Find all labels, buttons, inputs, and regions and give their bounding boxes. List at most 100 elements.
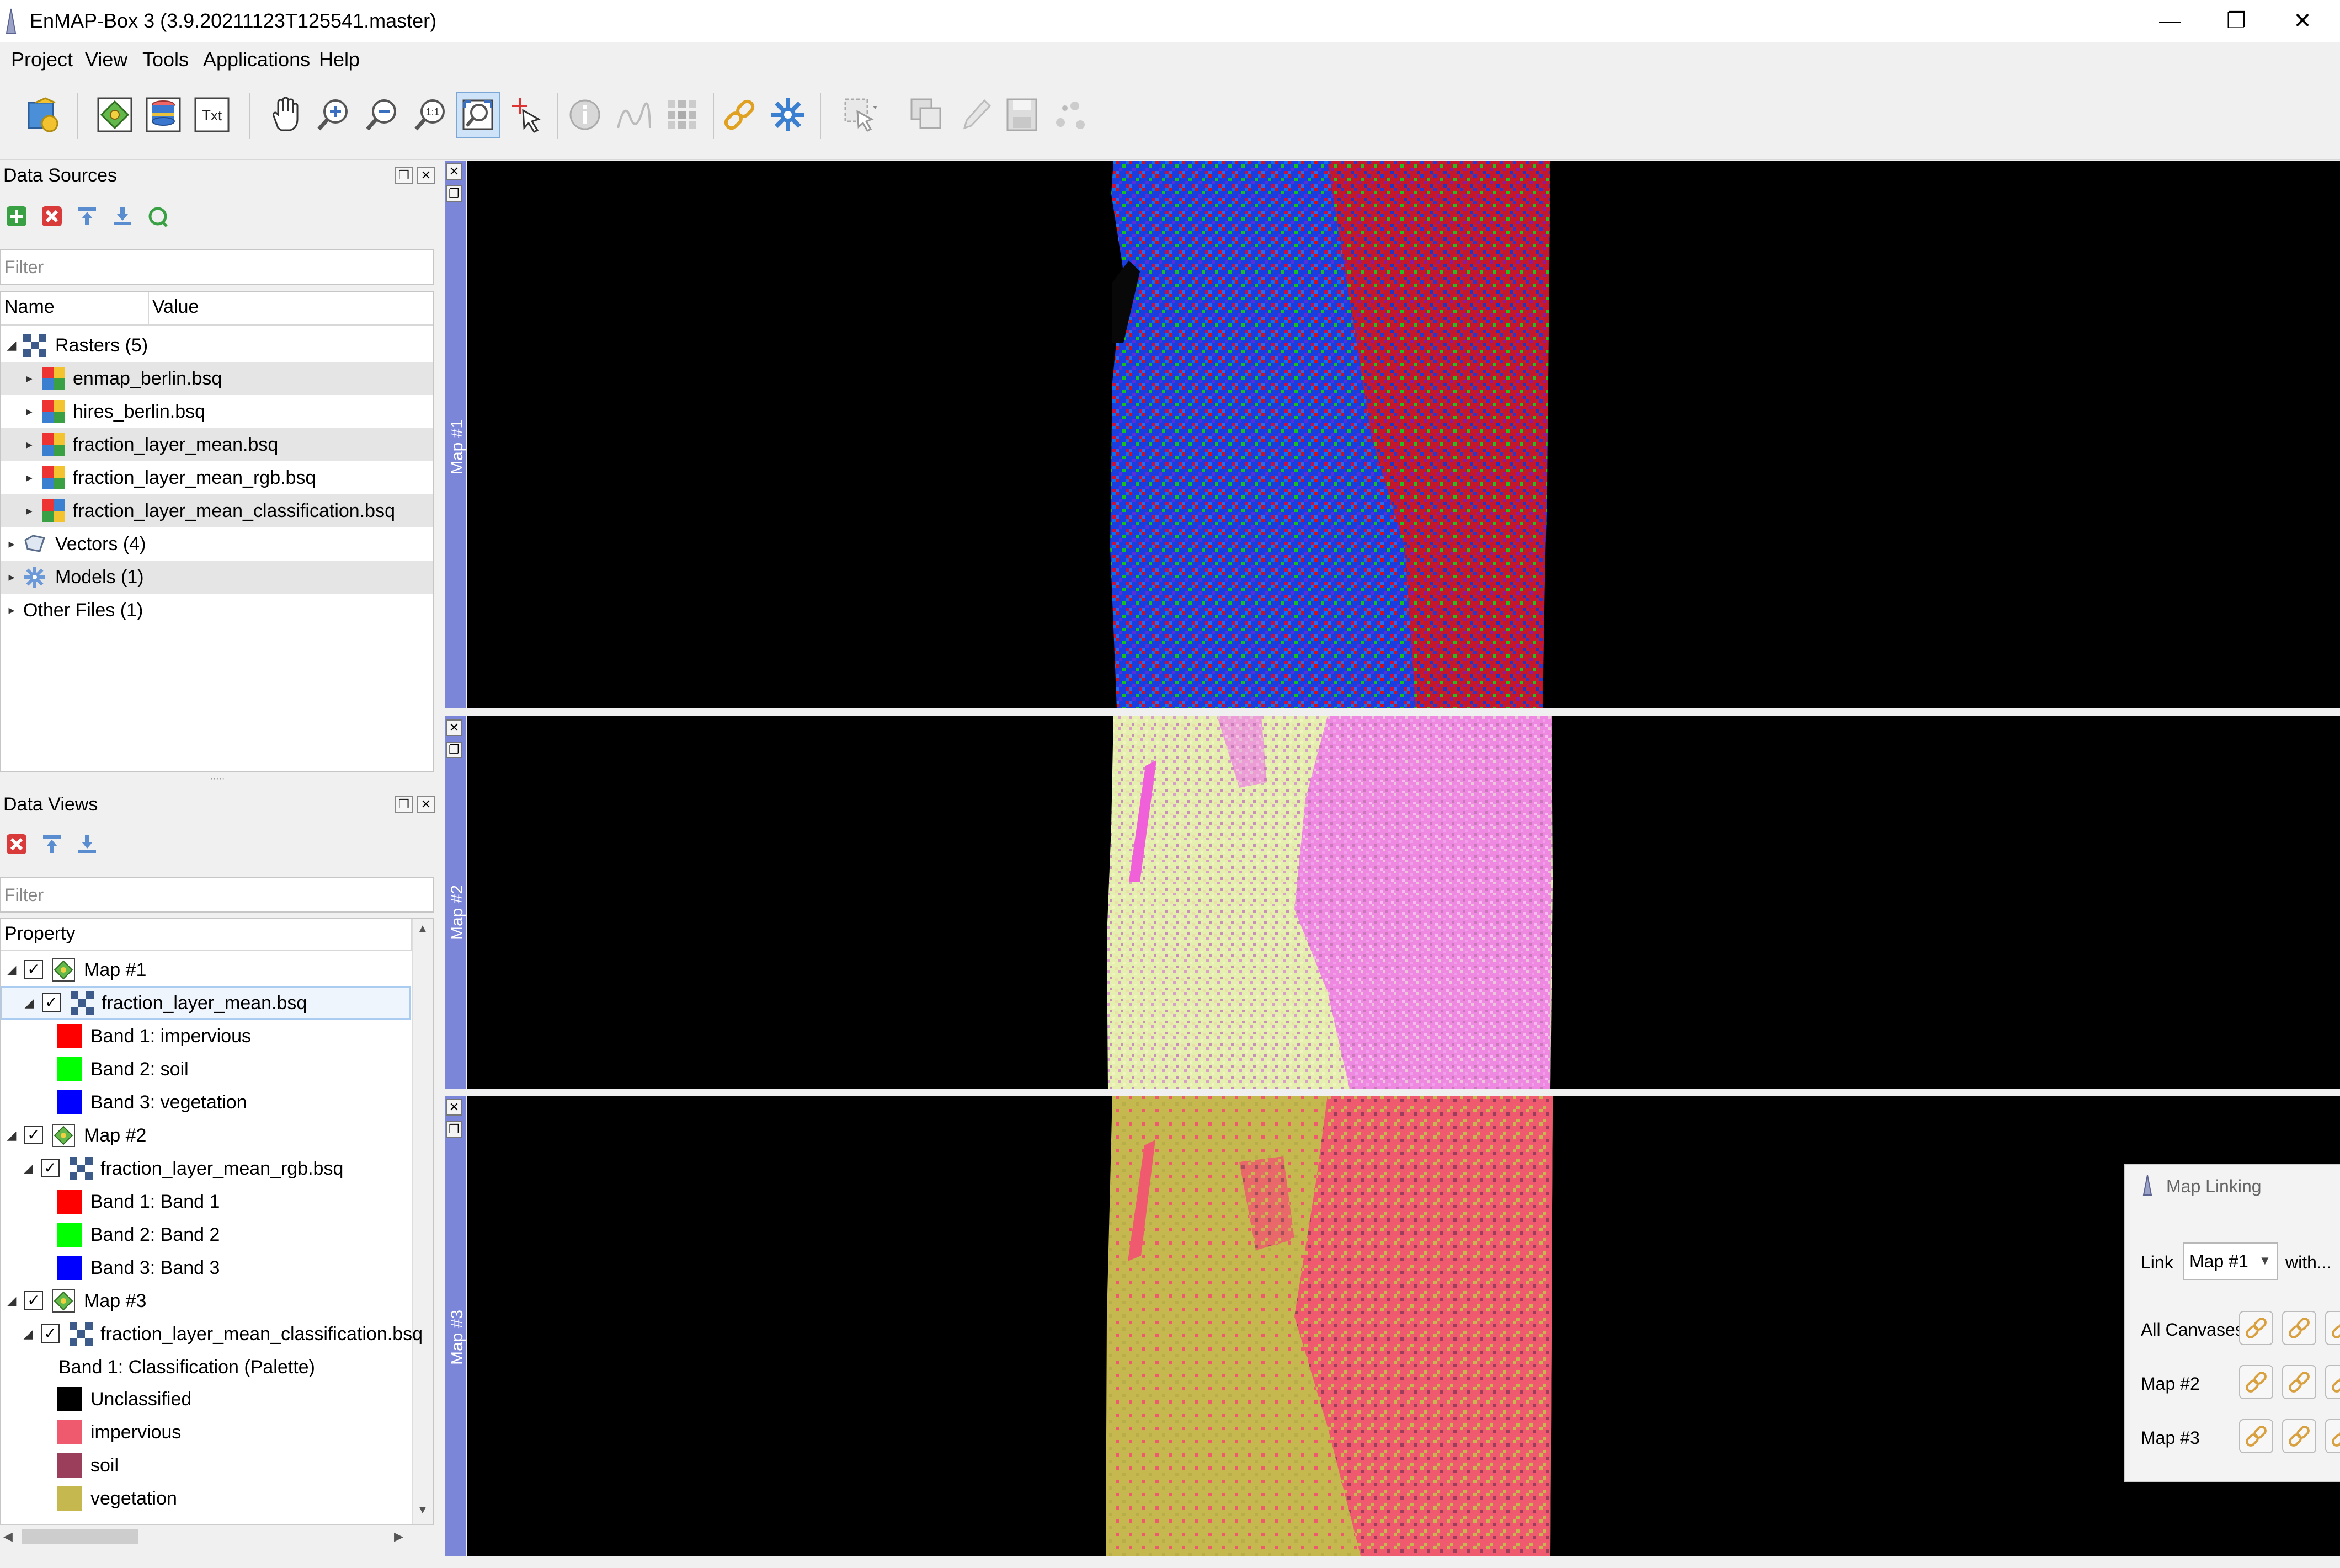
tree-row-map[interactable]: ◢ ✓ Map #2 — [1, 1119, 411, 1152]
link-center-button[interactable] — [2239, 1311, 2273, 1345]
select-features-icon[interactable] — [839, 92, 883, 138]
add-spectral-library-icon[interactable] — [141, 92, 185, 138]
class-row[interactable]: soil — [1, 1449, 411, 1482]
expand-arrow-icon[interactable]: ▸ — [21, 395, 38, 428]
collapse-all-icon[interactable] — [41, 833, 63, 855]
scrollbar-thumb[interactable] — [22, 1529, 138, 1544]
expand-arrow-icon[interactable]: ▸ — [21, 428, 38, 461]
spectral-profile-icon[interactable] — [611, 92, 655, 138]
remove-view-icon[interactable] — [6, 833, 28, 855]
expand-arrow-icon[interactable]: ◢ — [3, 953, 20, 986]
close-map-icon[interactable]: ✕ — [446, 163, 462, 180]
expand-arrow-icon[interactable]: ◢ — [20, 1318, 36, 1351]
close-map-icon[interactable]: ✕ — [446, 1099, 462, 1116]
close-panel-button[interactable]: ✕ — [417, 796, 435, 813]
select-cursor-location-icon[interactable] — [504, 92, 548, 138]
minimize-button[interactable]: — — [2137, 0, 2203, 42]
refresh-icon[interactable] — [147, 205, 169, 227]
float-map-icon[interactable]: ❐ — [446, 185, 462, 202]
expand-all-icon[interactable] — [111, 205, 134, 227]
map-3-canvas[interactable] — [467, 1096, 2340, 1556]
expand-arrow-icon[interactable]: ◢ — [21, 986, 38, 1020]
restore-button[interactable]: ❐ — [2203, 0, 2269, 42]
tree-row-raster-file[interactable]: ▸ fraction_layer_mean.bsq — [1, 428, 433, 461]
zoom-out-icon[interactable] — [360, 92, 404, 138]
link-center-scale-button[interactable] — [2325, 1419, 2340, 1453]
float-map-icon[interactable]: ❐ — [446, 742, 462, 758]
expand-arrow-icon[interactable]: ▸ — [3, 594, 20, 627]
scroll-right-icon[interactable]: ▶ — [394, 1529, 403, 1544]
tree-row-raster-file[interactable]: ▸ fraction_layer_mean_classification.bsq — [1, 494, 433, 527]
zoom-native-icon[interactable]: 1:1 — [408, 92, 452, 138]
pixel-grid-icon[interactable] — [660, 92, 704, 138]
visibility-checkbox[interactable]: ✓ — [24, 1126, 43, 1144]
close-window-button[interactable]: ✕ — [2269, 0, 2336, 42]
band-row[interactable]: Band 2: soil — [1, 1053, 411, 1086]
band-row[interactable]: Band 3: vegetation — [1, 1086, 411, 1119]
data-views-filter-input[interactable]: Filter — [0, 877, 434, 913]
zoom-in-icon[interactable] — [311, 92, 355, 138]
zoom-full-extent-icon[interactable] — [456, 92, 500, 138]
tree-row-layer[interactable]: ◢ ✓ fraction_layer_mean_rgb.bsq — [1, 1152, 411, 1185]
visibility-checkbox[interactable]: ✓ — [41, 1159, 60, 1177]
expand-arrow-icon[interactable]: ◢ — [3, 1284, 20, 1318]
data-sources-filter-input[interactable]: Filter — [0, 249, 434, 285]
band-row[interactable]: Band 1: Band 1 — [1, 1185, 411, 1218]
map-2-canvas[interactable] — [467, 716, 2340, 1089]
band-row[interactable]: Band 1: impervious — [1, 1020, 411, 1053]
expand-all-icon[interactable] — [76, 833, 98, 855]
scroll-down-icon[interactable]: ▼ — [417, 1504, 428, 1517]
tree-row-layer[interactable]: ◢ ✓ fraction_layer_mean_classification.b… — [1, 1318, 423, 1351]
tree-row-map[interactable]: ◢ ✓ Map #1 — [1, 953, 411, 986]
pan-icon[interactable] — [263, 92, 307, 138]
tree-row-vectors[interactable]: ▸ Vectors (4) — [1, 527, 433, 561]
link-center-button[interactable] — [2239, 1365, 2273, 1399]
tree-row-models[interactable]: ▸ Models (1) — [1, 561, 433, 594]
expand-arrow-icon[interactable]: ◢ — [3, 329, 20, 362]
visibility-checkbox[interactable]: ✓ — [42, 993, 61, 1012]
expand-arrow-icon[interactable]: ▸ — [21, 494, 38, 527]
class-row[interactable]: impervious — [1, 1416, 411, 1449]
digitize-points-icon[interactable] — [1048, 92, 1092, 138]
add-map-view-icon[interactable] — [93, 92, 137, 138]
visibility-checkbox[interactable]: ✓ — [41, 1324, 60, 1343]
scroll-left-icon[interactable]: ◀ — [3, 1529, 13, 1544]
visibility-checkbox[interactable]: ✓ — [24, 960, 43, 979]
class-row[interactable]: Unclassified — [1, 1383, 411, 1416]
band-row[interactable]: Band 2: Band 2 — [1, 1218, 411, 1251]
scroll-up-icon[interactable]: ▲ — [417, 922, 428, 935]
expand-arrow-icon[interactable]: ▸ — [3, 527, 20, 561]
panel-splitter-handle[interactable]: ····· — [207, 775, 227, 783]
horizontal-scrollbar[interactable]: ◀ ▶ — [0, 1524, 433, 1549]
expand-arrow-icon[interactable]: ▸ — [3, 561, 20, 594]
menu-help[interactable]: Help — [316, 46, 363, 73]
tree-row-rasters[interactable]: ◢ Rasters (5) — [1, 329, 433, 362]
expand-arrow-icon[interactable]: ◢ — [3, 1119, 20, 1152]
class-row[interactable]: vegetation — [1, 1482, 411, 1515]
save-edits-icon[interactable] — [1000, 92, 1044, 138]
float-panel-button[interactable]: ❐ — [395, 167, 413, 184]
link-center-button[interactable] — [2239, 1419, 2273, 1453]
expand-arrow-icon[interactable]: ▸ — [21, 362, 38, 395]
map-1-canvas[interactable] — [467, 161, 2340, 708]
band-row[interactable]: Band 3: Band 3 — [1, 1251, 411, 1284]
link-scale-button[interactable] — [2282, 1419, 2316, 1453]
vertical-scrollbar[interactable]: ▲ ▼ — [412, 919, 433, 1524]
deselect-features-icon[interactable] — [905, 92, 949, 138]
tree-row-map[interactable]: ◢ ✓ Map #3 — [1, 1284, 411, 1318]
link-scale-button[interactable] — [2282, 1311, 2316, 1345]
settings-gear-icon[interactable] — [766, 92, 810, 138]
visibility-checkbox[interactable]: ✓ — [24, 1291, 43, 1310]
column-header-name[interactable]: Name — [1, 292, 149, 326]
column-header-value[interactable]: Value — [149, 292, 433, 326]
float-panel-button[interactable]: ❐ — [395, 796, 413, 813]
link-center-scale-button[interactable] — [2325, 1311, 2340, 1345]
tree-row-raster-file[interactable]: ▸ enmap_berlin.bsq — [1, 362, 433, 395]
menu-tools[interactable]: Tools — [139, 46, 192, 73]
expand-arrow-icon[interactable]: ◢ — [20, 1152, 36, 1185]
identify-info-icon[interactable] — [563, 92, 607, 138]
map-linking-icon[interactable] — [717, 92, 761, 138]
column-header-property[interactable]: Property — [1, 919, 412, 951]
link-scale-button[interactable] — [2282, 1365, 2316, 1399]
tree-row-raster-file[interactable]: ▸ fraction_layer_mean_rgb.bsq — [1, 461, 433, 494]
